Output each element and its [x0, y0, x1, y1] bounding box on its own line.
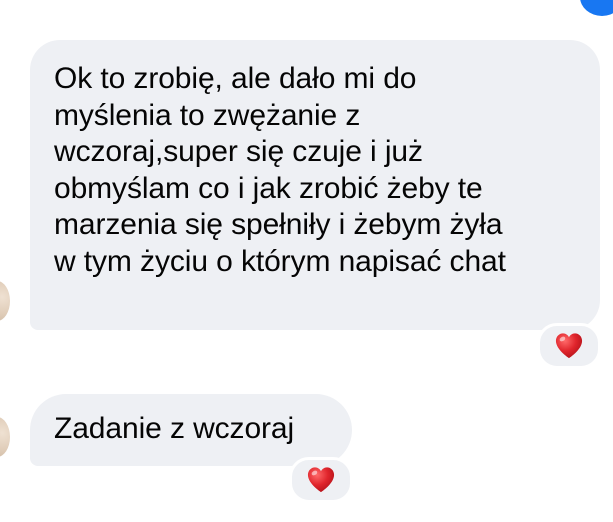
message-bubble[interactable]: Zadanie z wczoraj: [30, 394, 352, 466]
message-text-line: obmyślam co i jak zrobić żeby te: [54, 171, 483, 205]
red-heart-icon: [555, 333, 583, 359]
red-heart-icon: [307, 467, 335, 493]
message-text-line: Ok to zrobię, ale dało mi do: [54, 62, 417, 95]
message-bubble[interactable]: Ok to zrobię, ale dało mi do myślenia to…: [30, 40, 600, 330]
sender-avatar[interactable]: [0, 281, 10, 321]
unread-indicator-dot: [580, 0, 613, 16]
heart-reaction[interactable]: [289, 457, 353, 503]
message-text-line: myślenia to zwężanie z: [54, 98, 361, 132]
message-text-line: w tym życiu o którym napisać chat: [54, 244, 506, 278]
message-text-line: marzenia się spełniły i żebym żyła: [54, 208, 503, 241]
message-text: Zadanie z wczoraj: [54, 412, 295, 445]
heart-reaction[interactable]: [537, 323, 601, 369]
sender-avatar[interactable]: [0, 417, 10, 457]
message-text-line: wczoraj,super się czuje i już: [54, 135, 423, 168]
